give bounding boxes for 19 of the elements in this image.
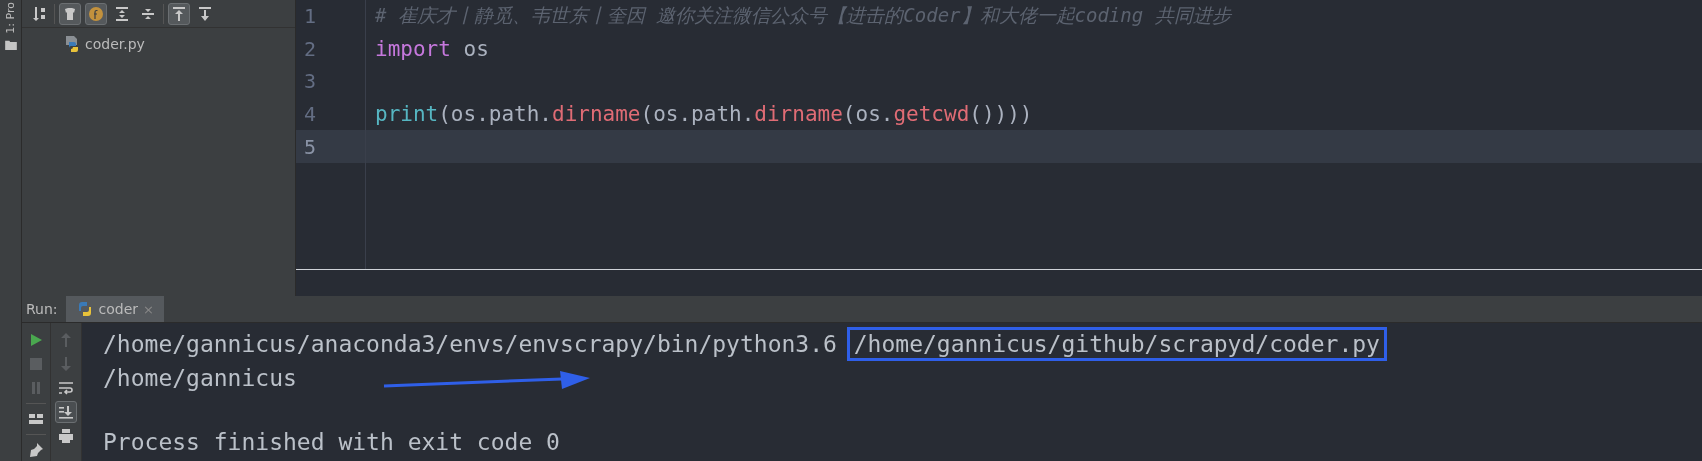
code-line: # 崔庆才丨静觅、韦世东丨奎因 邀你关注微信公众号【进击的Coder】和大佬一起coding 共同进步 bbox=[375, 3, 1231, 29]
arrow-up-icon[interactable] bbox=[168, 2, 190, 25]
shirt-icon[interactable] bbox=[59, 2, 81, 25]
highlighted-output-text: /home/gannicus/github/scrapyd/coder.py bbox=[846, 327, 1387, 361]
run-label: Run: bbox=[25, 301, 59, 317]
file-item[interactable]: coder.py bbox=[22, 32, 295, 56]
line-number: 5 bbox=[296, 130, 366, 163]
code-line: print(os.path.dirname(os.path.dirname(os.getcwd()))) bbox=[375, 102, 1033, 127]
output-text: /home/gannicus/anaconda3/envs/envscrapy/bin/python3.6 bbox=[102, 330, 838, 359]
scroll-to-end-icon[interactable] bbox=[55, 401, 77, 423]
line-number: 1 bbox=[296, 0, 366, 33]
project-tool-button[interactable]: 1: Pro bbox=[4, 0, 17, 36]
line-number: 3 bbox=[296, 65, 366, 98]
folder-icon bbox=[4, 39, 17, 50]
output-text: /home/gannicus bbox=[102, 364, 298, 393]
field-icon[interactable] bbox=[85, 2, 107, 25]
run-tab[interactable]: coder × bbox=[65, 296, 164, 322]
output-text: Process finished with exit code 0 bbox=[102, 428, 561, 457]
code-line: import os bbox=[375, 36, 489, 61]
